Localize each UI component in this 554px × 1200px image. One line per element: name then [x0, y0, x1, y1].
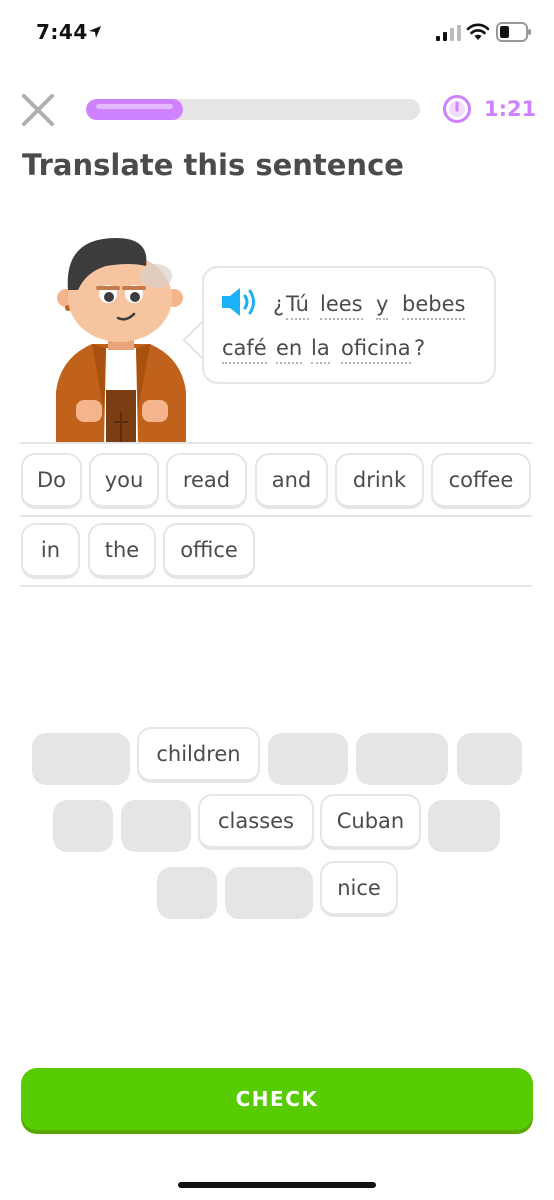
word-bank-empty-slot: [356, 733, 448, 785]
check-button-label: CHECK: [235, 1087, 319, 1111]
word-bank-empty-slot: [225, 867, 313, 919]
answer-line: [20, 585, 532, 587]
status-time: 7:44: [36, 20, 88, 44]
word-bank-empty-slot: [457, 733, 522, 785]
word-bank-empty-slot: [428, 800, 500, 852]
status-bar: 7:44: [0, 0, 554, 66]
hint-word[interactable]: café: [222, 336, 267, 364]
sentence-punctuation: ?: [414, 336, 426, 360]
character-illustration: [56, 238, 186, 444]
battery-icon: [496, 22, 531, 42]
speech-bubble: [202, 266, 496, 384]
hint-word-text: la: [311, 336, 330, 360]
answer-word-chip[interactable]: in: [21, 523, 80, 579]
hint-word[interactable]: bebes: [402, 292, 466, 320]
hint-word[interactable]: la: [311, 336, 330, 364]
answer-word-chip[interactable]: you: [89, 453, 159, 509]
answer-word-chip[interactable]: read: [166, 453, 247, 509]
word-bank-chip[interactable]: children: [137, 727, 260, 783]
check-button[interactable]: CHECK: [21, 1068, 533, 1130]
hint-word-text: café: [222, 336, 267, 360]
hint-word[interactable]: y: [376, 292, 389, 320]
word-bank-empty-slot: [53, 800, 113, 852]
cellular-signal-icon: [436, 25, 461, 41]
stopwatch-icon: [443, 95, 471, 123]
hint-word-text: bebes: [402, 292, 466, 316]
answer-word-chip[interactable]: coffee: [431, 453, 531, 509]
answer-word-chip[interactable]: Do: [21, 453, 82, 509]
speaker-icon[interactable]: [220, 286, 260, 318]
location-arrow-icon: [89, 26, 101, 38]
hint-word[interactable]: en: [276, 336, 303, 364]
hint-word-text: Tú: [286, 292, 309, 316]
timer-text: 1:21: [484, 97, 537, 121]
answer-line: [20, 442, 532, 444]
page-title: Translate this sentence: [22, 148, 404, 182]
hint-word-text: en: [276, 336, 303, 360]
word-bank-chip[interactable]: classes: [198, 794, 314, 850]
word-bank-chip[interactable]: nice: [320, 861, 398, 917]
lesson-progress-bar: [86, 99, 420, 120]
sentence-punctuation: ¿: [273, 292, 285, 316]
answer-line: [20, 515, 532, 517]
answer-word-chip[interactable]: office: [163, 523, 255, 579]
hint-word[interactable]: Tú: [286, 292, 309, 320]
answer-word-chip[interactable]: drink: [335, 453, 424, 509]
word-bank-empty-slot: [157, 867, 217, 919]
hint-word-text: oficina: [341, 336, 411, 360]
hint-word-text: y: [376, 292, 389, 316]
answer-word-chip[interactable]: the: [88, 523, 156, 579]
lesson-progress-fill: [86, 99, 183, 120]
answer-word-chip[interactable]: and: [255, 453, 328, 509]
lesson-progress-shine: [96, 104, 173, 109]
hint-word[interactable]: lees: [320, 292, 363, 320]
home-indicator: [178, 1182, 376, 1188]
word-bank-chip[interactable]: Cuban: [320, 794, 421, 850]
word-bank-empty-slot: [268, 733, 348, 785]
wifi-icon: [466, 23, 490, 40]
hint-word-text: lees: [320, 292, 363, 316]
word-bank-empty-slot: [121, 800, 191, 852]
close-button[interactable]: [20, 92, 56, 128]
word-bank-empty-slot: [32, 733, 130, 785]
hint-word[interactable]: oficina: [341, 336, 411, 364]
